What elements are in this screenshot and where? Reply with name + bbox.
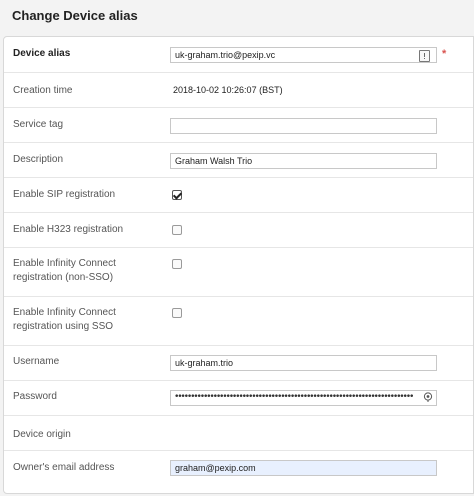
enable-h323-label: Enable H323 registration: [13, 224, 124, 235]
enable-ic-sso-checkbox[interactable]: [172, 308, 182, 318]
enable-ic-non-sso-label: Enable Infinity Connect registration (no…: [13, 258, 116, 283]
row-enable-ic-sso: Enable Infinity Connect registration usi…: [4, 297, 473, 346]
owner-email-label: Owner's email address: [13, 462, 115, 473]
row-enable-h323: Enable H323 registration: [4, 213, 473, 248]
enable-ic-sso-label: Enable Infinity Connect registration usi…: [13, 307, 116, 332]
password-mask: ••••••••••••••••••••••••••••••••••••••••…: [174, 392, 414, 402]
username-label: Username: [13, 356, 60, 367]
eye-icon[interactable]: [422, 392, 434, 402]
row-owner-email: Owner's email address: [4, 451, 473, 493]
enable-sip-checkbox[interactable]: [172, 190, 182, 200]
exclamation-icon[interactable]: [419, 50, 430, 62]
enable-h323-checkbox[interactable]: [172, 225, 182, 235]
service-tag-input[interactable]: [170, 118, 437, 134]
owner-email-input[interactable]: [170, 460, 437, 476]
row-creation-time: Creation time 2018-10-02 10:26:07 (BST): [4, 73, 473, 108]
creation-time-value: 2018-10-02 10:26:07 (BST): [173, 85, 283, 95]
enable-sip-label: Enable SIP registration: [13, 189, 116, 200]
row-enable-ic-non-sso: Enable Infinity Connect registration (no…: [4, 248, 473, 297]
device-alias-label: Device alias: [13, 48, 71, 59]
row-username: Username: [4, 346, 473, 381]
device-alias-form: Device alias * Creation time 2018-10-02 …: [3, 36, 474, 494]
row-service-tag: Service tag: [4, 108, 473, 143]
description-label: Description: [13, 154, 64, 165]
row-password: Password •••••••••••••••••••••••••••••••…: [4, 381, 473, 416]
description-input[interactable]: [170, 153, 437, 169]
required-indicator: *: [442, 48, 447, 60]
row-device-origin: Device origin: [4, 416, 473, 451]
device-alias-input[interactable]: [170, 47, 437, 63]
page-title: Change Device alias: [12, 8, 138, 23]
device-origin-label: Device origin: [13, 429, 71, 440]
creation-time-label: Creation time: [13, 85, 73, 96]
row-description: Description: [4, 143, 473, 178]
enable-ic-non-sso-checkbox[interactable]: [172, 259, 182, 269]
service-tag-label: Service tag: [13, 119, 64, 130]
row-device-alias: Device alias *: [4, 37, 473, 73]
row-enable-sip: Enable SIP registration: [4, 178, 473, 213]
password-label: Password: [13, 391, 57, 402]
username-input[interactable]: [170, 355, 437, 371]
